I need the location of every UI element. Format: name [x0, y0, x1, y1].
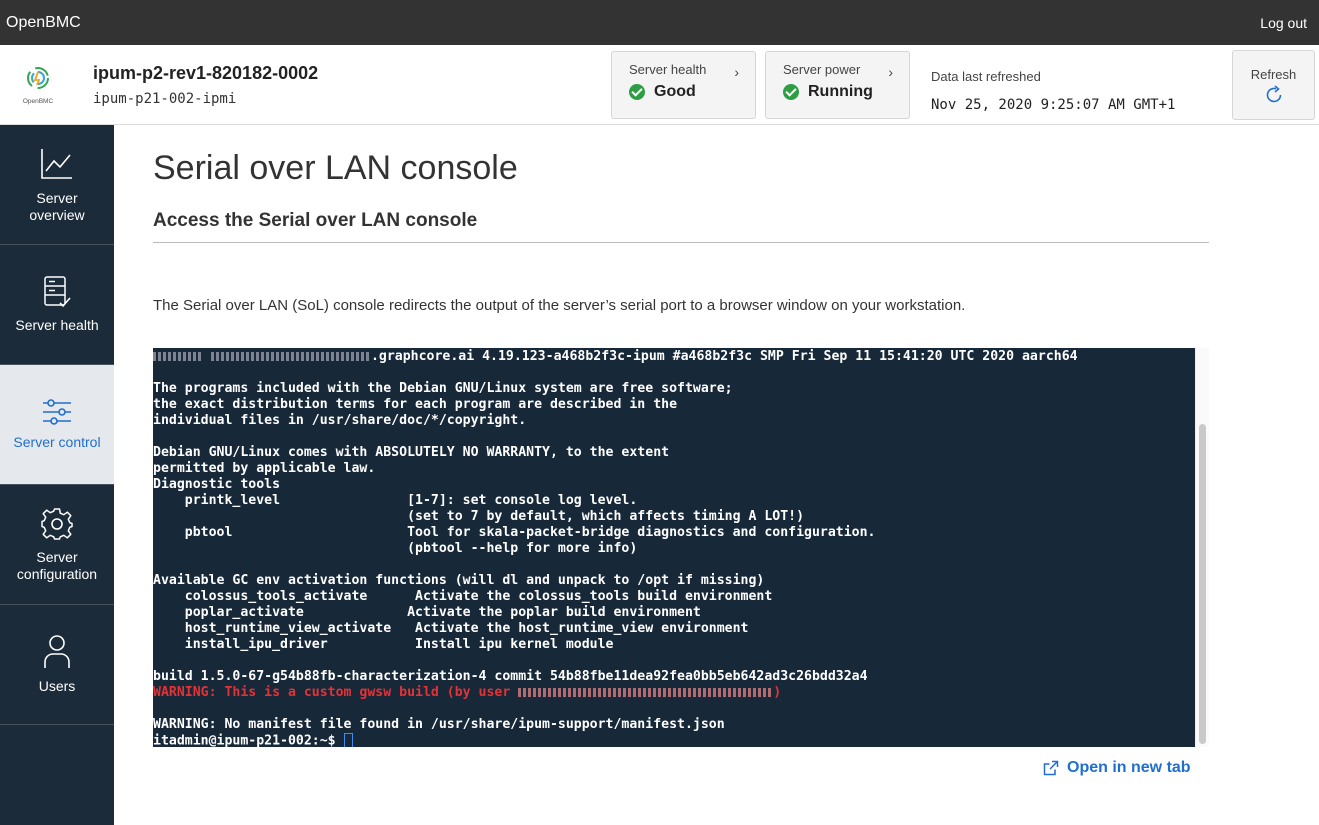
terminal-line: permitted by applicable law.: [153, 461, 376, 476]
open-in-new-tab-label: Open in new tab: [1067, 759, 1191, 776]
sliders-icon: [43, 399, 71, 425]
chevron-right-icon: ›: [888, 64, 893, 80]
terminal-warning-line: WARNING: This is a custom gwsw build (by…: [153, 685, 782, 700]
check-circle-icon: [629, 84, 645, 100]
open-in-new-tab-link[interactable]: Open in new tab: [1043, 759, 1191, 777]
terminal-line: pbtool Tool for skala-packet-bridge diag…: [153, 525, 876, 540]
sidebar-item-label: Server: [36, 548, 78, 565]
server-health-value: Good: [654, 83, 696, 100]
gear-icon: [41, 507, 73, 540]
terminal-line: install_ipu_driver Install ipu kernel mo…: [153, 637, 614, 652]
server-health-card[interactable]: Server health › Good: [611, 51, 756, 119]
terminal-cursor: [343, 733, 353, 747]
section-divider: [153, 242, 1209, 243]
terminal-line: Debian GNU/Linux comes with ABSOLUTELY N…: [153, 445, 670, 460]
host-name: ipum-p2-rev1-820182-0002: [93, 63, 319, 83]
external-link-icon: [1043, 760, 1059, 776]
sidebar-item-label: overview: [29, 206, 85, 223]
check-circle-icon: [783, 84, 799, 100]
sidebar-item-label: Users: [38, 678, 76, 694]
redacted-text: [210, 351, 371, 361]
terminal-prompt-line: itadmin@ipum-p21-002:~$: [153, 733, 1195, 747]
main-content: Serial over LAN console Access the Seria…: [114, 125, 1319, 825]
refresh-button[interactable]: Refresh: [1232, 50, 1315, 120]
terminal-line: poplar_activate Activate the poplar buil…: [153, 605, 701, 620]
terminal-line: the exact distribution terms for each pr…: [153, 397, 678, 412]
server-power-value: Running: [808, 83, 873, 100]
server-power-label: Server power: [783, 62, 861, 77]
redacted-text: [518, 687, 774, 697]
terminal-line: host_runtime_view_activate Activate the …: [153, 621, 749, 636]
terminal-line: Available GC env activation functions (w…: [153, 573, 765, 588]
brand-name: OpenBMC: [6, 13, 81, 31]
refresh-icon: [1266, 85, 1281, 103]
sidebar-nav: Server overview Server health Server cont…: [0, 125, 114, 825]
section-title: Access the Serial over LAN console: [153, 210, 478, 231]
terminal-scrollbar-thumb[interactable]: [1199, 424, 1206, 744]
svg-text:OpenBMC: OpenBMC: [23, 98, 54, 105]
host-ip: ipum-p21-002-ipmi: [93, 91, 237, 107]
refreshed-label: Data last refreshed: [931, 69, 1041, 84]
terminal-line: build 1.5.0-67-g54b88fb-characterization…: [153, 669, 868, 684]
app-header: OpenBMC ipum-p2-rev1-820182-0002 ipum-p2…: [0, 45, 1319, 125]
server-power-card[interactable]: Server power › Running: [765, 51, 910, 119]
sidebar-item-label: Server control: [13, 434, 101, 450]
terminal-line: .graphcore.ai 4.19.123-a468b2f3c-ipum #a…: [153, 349, 1195, 365]
sol-console-terminal[interactable]: .graphcore.ai 4.19.123-a468b2f3c-ipum #a…: [153, 348, 1195, 747]
terminal-line: (pbtool --help for more info): [153, 541, 638, 556]
terminal-line: individual files in /usr/share/doc/*/cop…: [153, 413, 527, 428]
sidebar-item-server-control[interactable]: Server control: [0, 365, 114, 485]
sidebar-item-label: Server health: [15, 317, 99, 333]
server-health-label: Server health: [629, 62, 707, 77]
terminal-line: WARNING: No manifest file found in /usr/…: [153, 717, 725, 732]
terminal-line: (set to 7 by default, which affects timi…: [153, 509, 805, 524]
sidebar-item-server-configuration[interactable]: Server configuration: [0, 485, 114, 605]
chart-icon: [41, 148, 72, 179]
top-bar: OpenBMC Log out: [0, 0, 1319, 45]
refreshed-timestamp: Nov 25, 2020 9:25:07 AM GMT+1: [931, 97, 1176, 113]
page-title: Serial over LAN console: [153, 149, 518, 187]
terminal-line: printk_level [1-7]: set console log leve…: [153, 493, 638, 508]
terminal-line: The programs included with the Debian GN…: [153, 381, 733, 396]
user-icon: [44, 635, 70, 668]
server-health-icon: [44, 276, 71, 308]
sidebar-item-users[interactable]: Users: [0, 605, 114, 725]
chevron-right-icon: ›: [734, 64, 739, 80]
terminal-scrollbar[interactable]: [1195, 348, 1209, 747]
logout-link[interactable]: Log out: [1260, 15, 1307, 31]
sidebar-item-label: Server: [36, 189, 78, 206]
sidebar-item-server-overview[interactable]: Server overview: [0, 125, 114, 245]
sidebar-item-server-health[interactable]: Server health: [0, 245, 114, 365]
page-description: The Serial over LAN (SoL) console redire…: [153, 297, 966, 314]
sidebar-item-label: configuration: [16, 565, 98, 582]
terminal-line: colossus_tools_activate Activate the col…: [153, 589, 773, 604]
refresh-label: Refresh: [1250, 67, 1297, 82]
redacted-text: [153, 351, 203, 361]
terminal-line: Diagnostic tools: [153, 477, 281, 492]
openbmc-logo: OpenBMC: [16, 65, 60, 107]
